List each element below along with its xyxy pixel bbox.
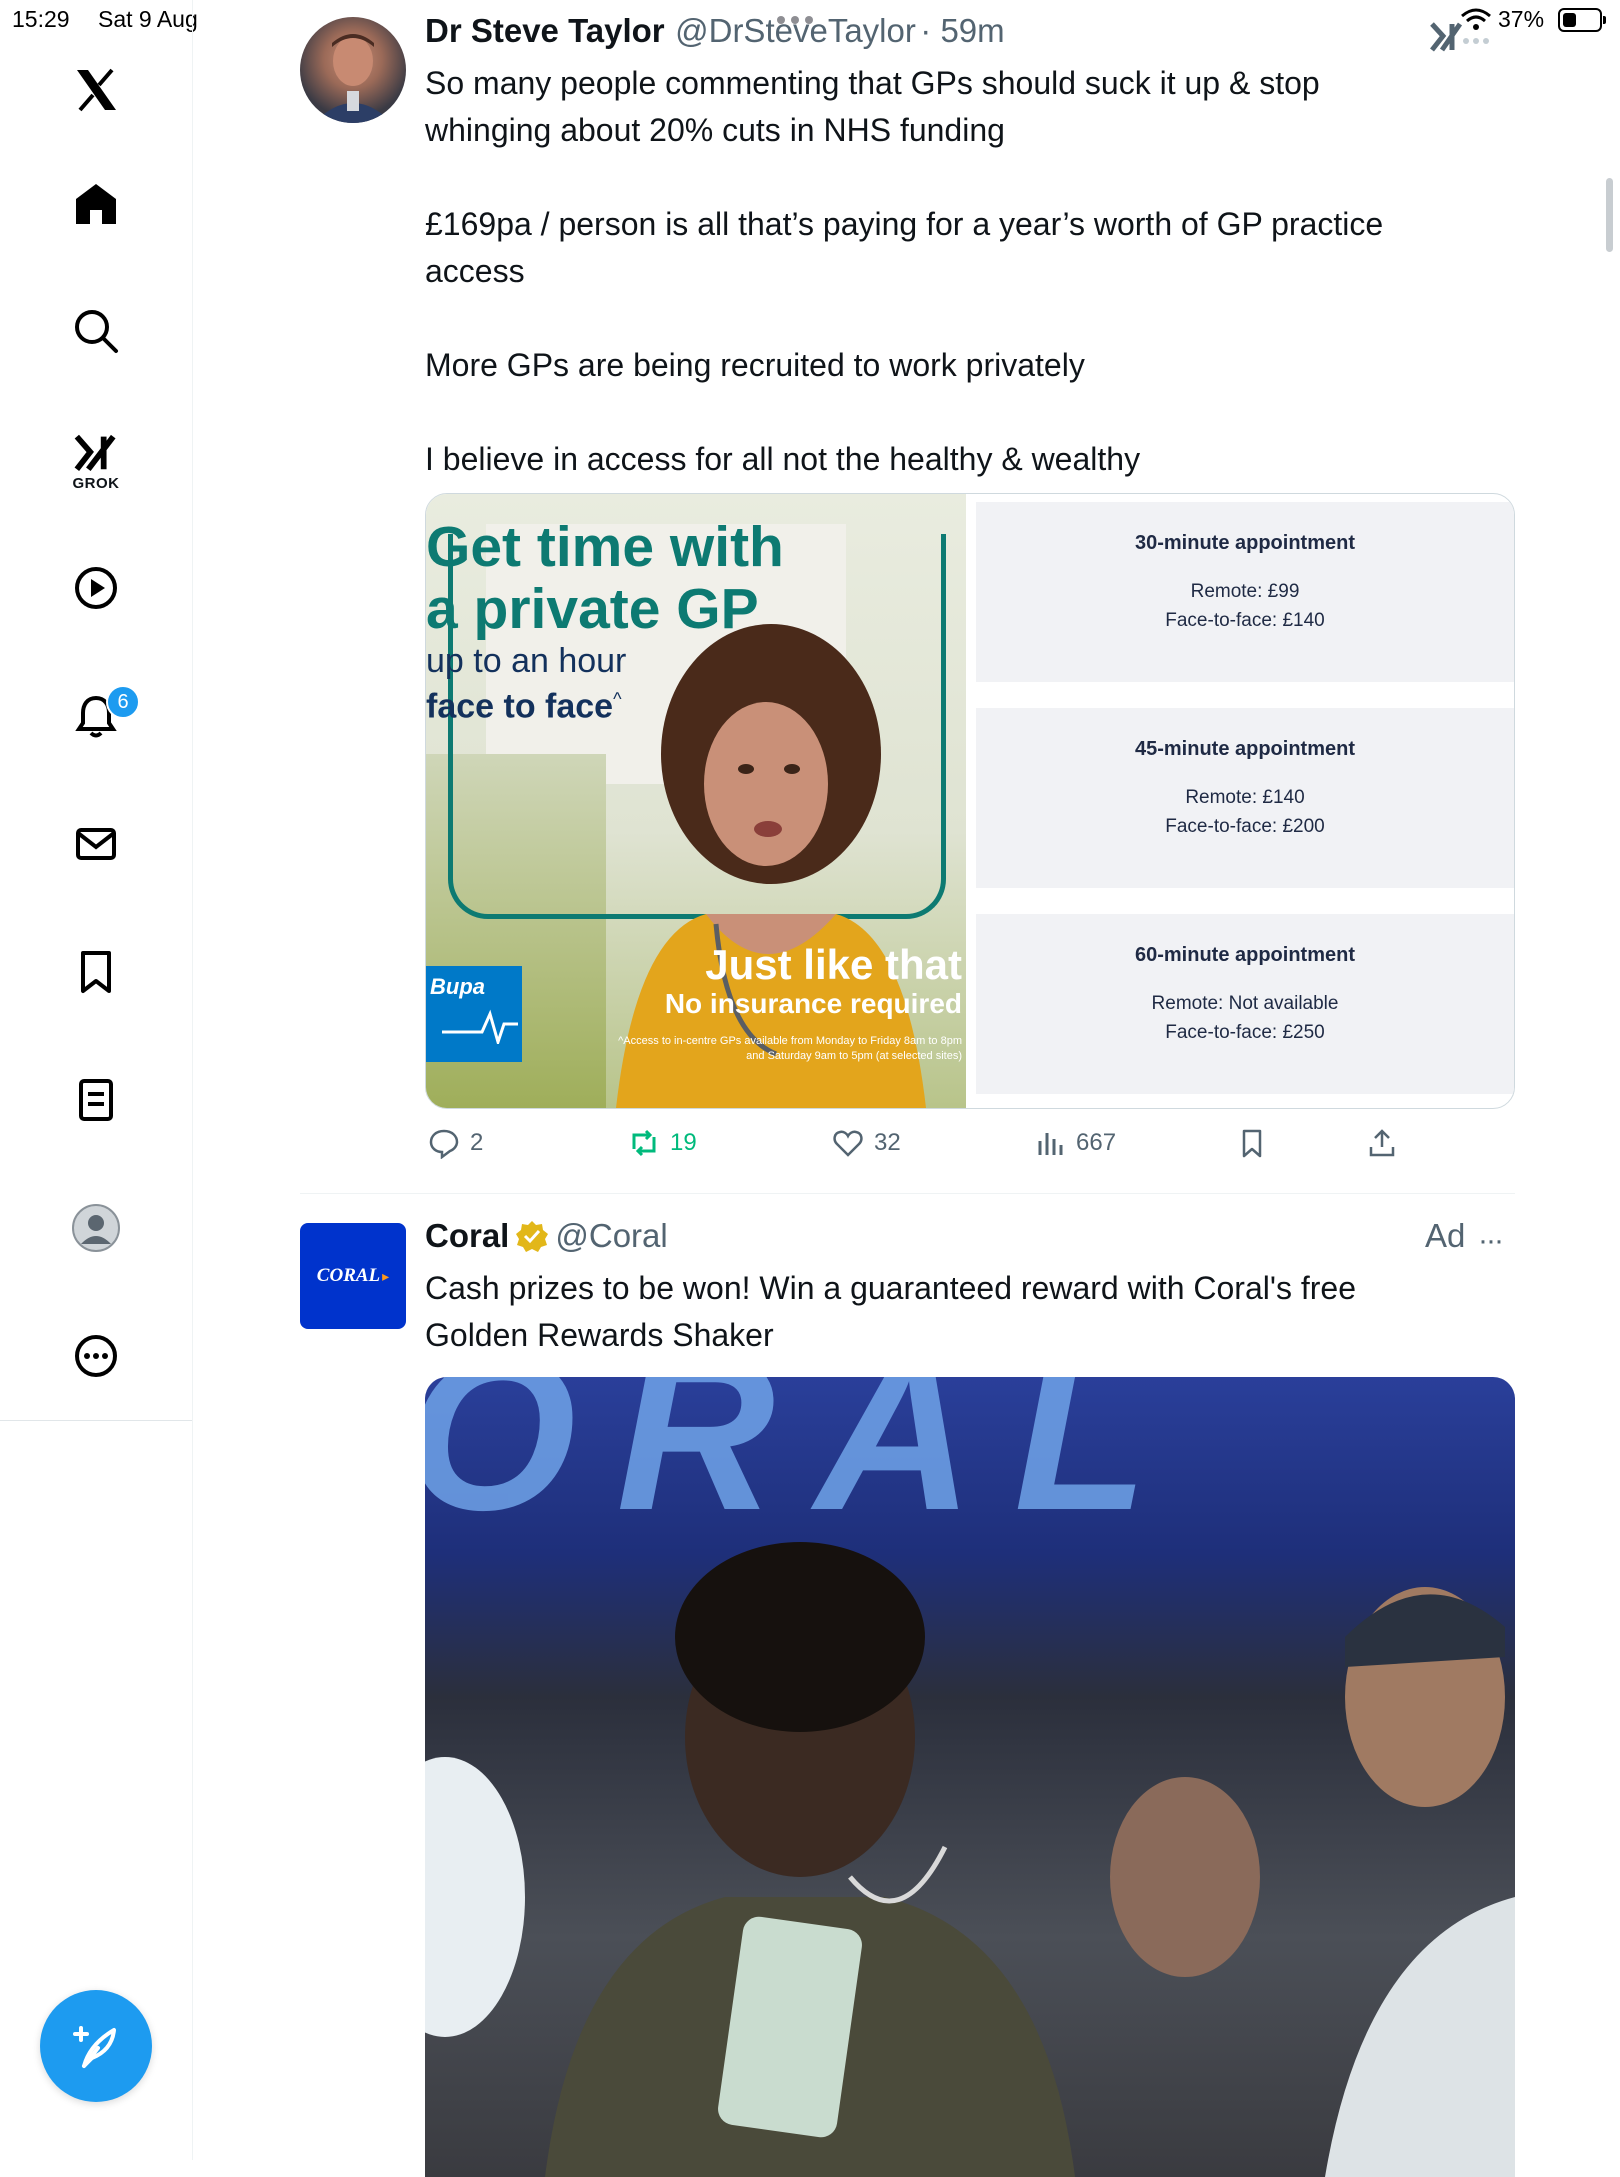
ad-headline-1: Get time with <box>426 515 784 579</box>
bupa-ad-image: Get time with a private GP up to an hour… <box>426 494 966 1108</box>
author-handle[interactable]: @DrSteveTaylor <box>675 12 916 49</box>
price-title: 60-minute appointment <box>1134 944 1355 966</box>
reply-icon <box>429 1129 459 1159</box>
repost-icon <box>632 1129 656 1157</box>
bookmark-tweet-button[interactable] <box>1236 1127 1268 1159</box>
compose-button[interactable] <box>40 1990 152 2102</box>
heart-icon <box>833 1130 863 1157</box>
verified-gold-icon <box>516 1221 549 1252</box>
price-card-45: 45-minute appointment Remote: £140 Face-… <box>976 708 1514 888</box>
tweet-media[interactable]: Get time with a private GP up to an hour… <box>425 493 1515 1109</box>
wifi-icon <box>1460 8 1492 37</box>
notification-badge: 6 <box>106 685 140 719</box>
x-logo-icon[interactable] <box>46 40 146 140</box>
price-face: Face-to-face: £250 <box>1165 1022 1325 1043</box>
list-icon[interactable] <box>46 1050 146 1150</box>
ad-label: Ad <box>1425 1217 1466 1254</box>
coral-tweet-text: Cash prizes to be won! Win a guaranteed … <box>425 1270 1356 1353</box>
share-icon <box>1369 1129 1395 1157</box>
author-avatar[interactable] <box>300 17 406 123</box>
bookmark-icon[interactable] <box>46 922 146 1022</box>
crowd-photo <box>425 1542 1515 2177</box>
ad-footnote-2: and Saturday 9am to 5pm (at selected sit… <box>746 1050 962 1062</box>
views-button[interactable]: 667 <box>1034 1127 1116 1159</box>
bupa-logo: Bupa <box>426 966 522 1062</box>
coral-video[interactable]: ORAL <box>425 1377 1515 2177</box>
price-remote: Remote: £140 <box>1185 787 1305 808</box>
like-count: 32 <box>874 1129 901 1156</box>
coral-avatar-logo: CORAL <box>316 1265 381 1286</box>
grok-label: GROK <box>72 474 120 492</box>
grok-icon[interactable]: GROK <box>46 410 146 510</box>
compose-feather-icon <box>73 2026 116 2068</box>
tweet-time[interactable]: · 59m <box>920 12 1004 49</box>
ad-sub-1: up to an hour <box>426 642 627 680</box>
home-icon[interactable] <box>46 154 146 254</box>
battery-percent: 37% <box>1498 6 1545 32</box>
price-title: 30-minute appointment <box>1134 532 1355 554</box>
more-options-icon[interactable]: ··· <box>1478 1224 1504 1258</box>
price-face: Face-to-face: £140 <box>1165 610 1325 631</box>
repost-count: 19 <box>670 1129 697 1156</box>
battery-icon <box>1558 8 1606 32</box>
profile-avatar-icon[interactable] <box>46 1178 146 1278</box>
play-icon[interactable] <box>46 538 146 638</box>
price-card-30: 30-minute appointment Remote: £99 Face-t… <box>976 502 1514 682</box>
ad-tagline-1: Just like that <box>705 941 962 988</box>
price-face: Face-to-face: £200 <box>1165 816 1325 837</box>
views-count: 667 <box>1076 1129 1117 1156</box>
tweet-text: So many people commenting that GPs shoul… <box>425 65 1384 477</box>
sidebar-divider <box>0 1420 192 1421</box>
price-title: 45-minute appointment <box>1134 738 1355 760</box>
coral-avatar[interactable]: CORAL ▸ <box>300 1223 406 1329</box>
scrollbar[interactable] <box>1606 178 1613 252</box>
ad-sub-caret: ^ <box>613 689 622 709</box>
coral-handle[interactable]: @Coral <box>555 1217 667 1255</box>
ad-headline-2: a private GP <box>426 577 759 641</box>
price-card-60: 60-minute appointment Remote: Not availa… <box>976 914 1514 1094</box>
bookmark-icon <box>1242 1129 1262 1158</box>
ad-tagline-2: No insurance required <box>664 988 962 1019</box>
ad-sub-2: face to face <box>426 687 614 726</box>
battery-level-fill <box>1563 13 1576 27</box>
like-button[interactable]: 32 <box>832 1127 901 1159</box>
bupa-logo-text: Bupa <box>430 974 485 999</box>
share-button[interactable] <box>1366 1127 1398 1159</box>
search-icon[interactable] <box>46 281 146 381</box>
price-remote: Remote: £99 <box>1190 581 1300 602</box>
tweet-separator <box>300 1193 1515 1194</box>
author-name[interactable]: Dr Steve Taylor <box>425 12 665 49</box>
price-remote: Remote: Not available <box>1151 993 1339 1014</box>
repost-button[interactable]: 19 <box>628 1127 697 1159</box>
ad-footnote-1: ^Access to in-centre GPs available from … <box>618 1035 962 1047</box>
grok-status-icon <box>1428 18 1464 59</box>
mail-icon[interactable] <box>46 794 146 894</box>
sidebar: GROK 6 <box>0 0 193 2160</box>
views-chart-icon <box>1038 1133 1063 1155</box>
coral-name[interactable]: Coral <box>425 1217 509 1255</box>
reply-count: 2 <box>470 1129 484 1156</box>
reply-button[interactable]: 2 <box>428 1127 483 1159</box>
more-circle-icon[interactable] <box>46 1306 146 1406</box>
